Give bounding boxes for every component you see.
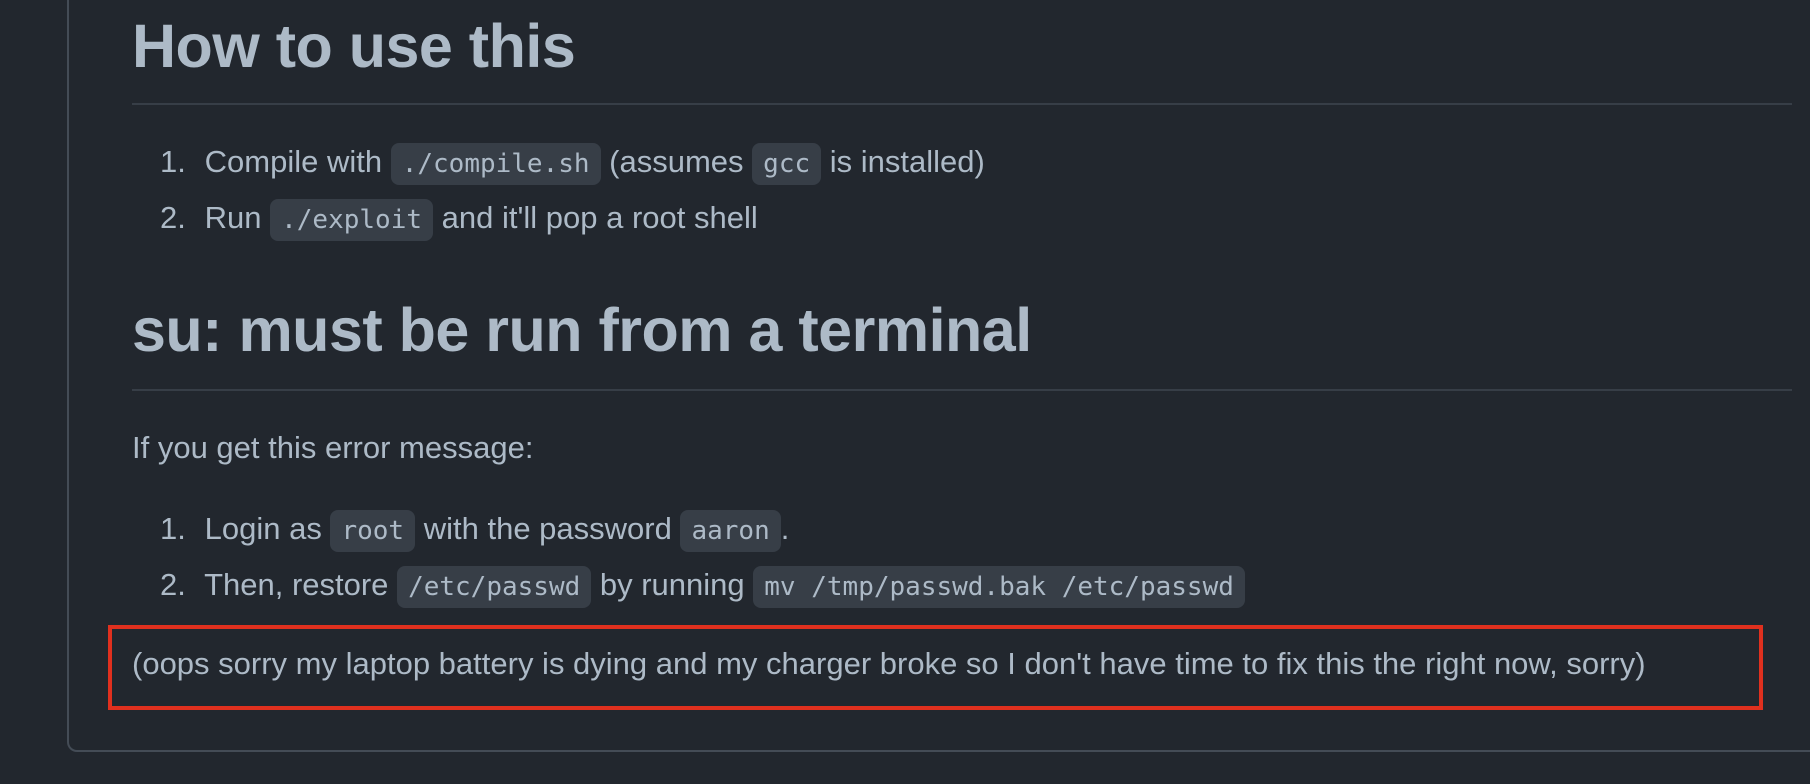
list-item-text: is installed) <box>829 144 985 179</box>
list-item-text: Login as <box>204 511 322 546</box>
list-item-number: 1. <box>160 144 186 179</box>
inline-code-gcc: gcc <box>752 143 822 185</box>
list-item-text: by running <box>599 567 745 602</box>
list-item-text: (assumes <box>609 144 744 179</box>
list-item-text: Compile with <box>204 144 383 179</box>
heading-su-error: su: must be run from a terminal <box>132 296 1032 364</box>
heading-how-to-use: How to use this <box>132 12 576 80</box>
list-item-text: and it'll pop a root shell <box>441 200 758 235</box>
inline-code-password: aaron <box>680 510 781 552</box>
battery-note-paragraph: (oops sorry my laptop battery is dying a… <box>132 646 1646 681</box>
list-item-text: Run <box>204 200 262 235</box>
list-item-text: with the password <box>423 511 672 546</box>
usage-steps-list: 1. Compile with ./compile.sh (assumes gc… <box>160 134 985 246</box>
error-intro-paragraph: If you get this error message: <box>132 430 534 465</box>
list-item-text: . <box>780 511 790 546</box>
list-item: 1. Login as root with the password aaron… <box>160 501 1245 557</box>
list-item: 2. Run ./exploit and it'll pop a root sh… <box>160 190 985 246</box>
restore-steps-list: 1. Login as root with the password aaron… <box>160 501 1245 613</box>
inline-code-exploit: ./exploit <box>270 199 434 241</box>
heading-divider <box>132 103 1792 105</box>
list-item: 2. Then, restore /etc/passwd by running … <box>160 557 1245 613</box>
list-item-number: 1. <box>160 511 186 546</box>
inline-code-root: root <box>330 510 416 552</box>
inline-code-compile-script: ./compile.sh <box>390 143 601 185</box>
list-item: 1. Compile with ./compile.sh (assumes gc… <box>160 134 985 190</box>
list-item-number: 2. <box>160 200 186 235</box>
readme-page: How to use this 1. Compile with ./compil… <box>0 0 1810 784</box>
heading-divider <box>132 389 1792 391</box>
list-item-text: Then, restore <box>204 567 389 602</box>
list-item-number: 2. <box>160 567 186 602</box>
inline-code-restore-command: mv /tmp/passwd.bak /etc/passwd <box>753 566 1245 608</box>
inline-code-etc-passwd: /etc/passwd <box>397 566 592 608</box>
